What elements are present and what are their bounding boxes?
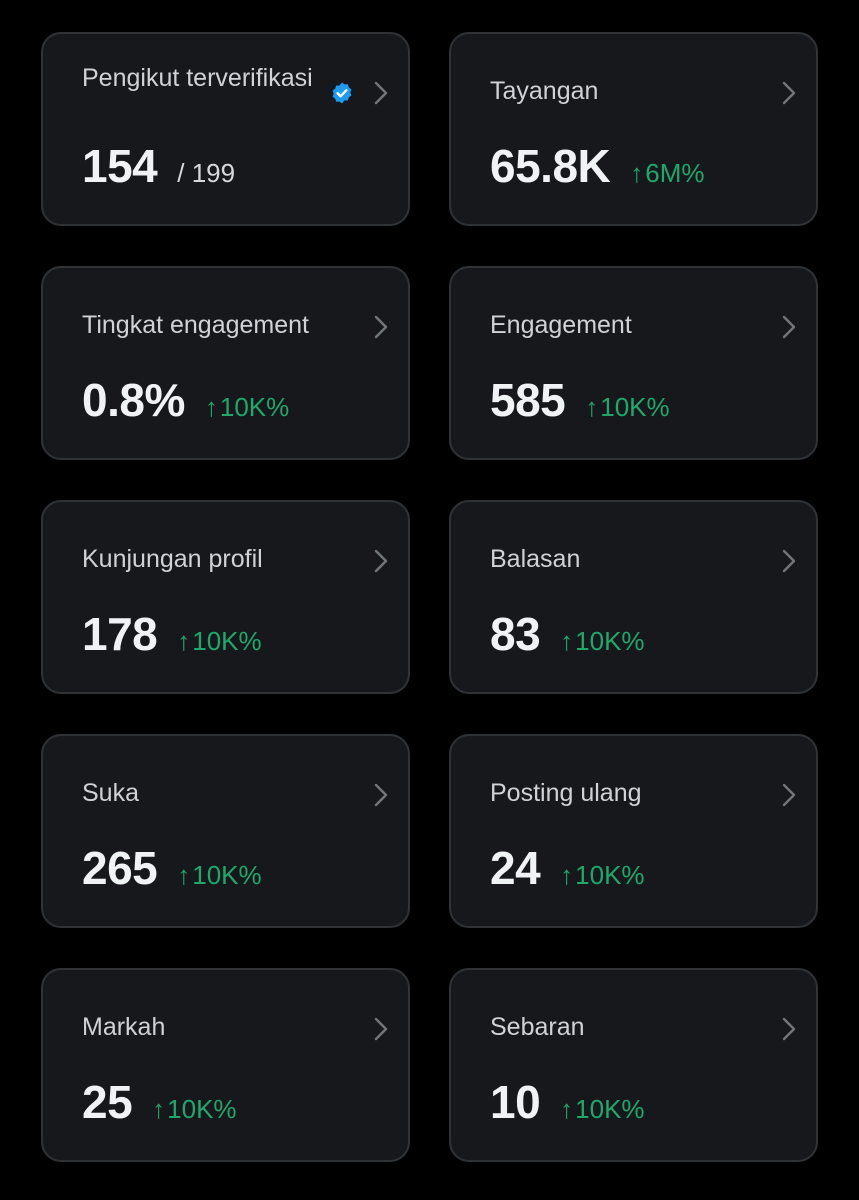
chevron-right-icon [374,549,388,573]
arrow-up-icon: ↑ [560,1094,574,1124]
metric-change: ↑ 10K% [177,860,261,891]
card-label: Tingkat engagement [82,311,310,339]
card-profile-visits[interactable]: Kunjungan profil 178 ↑ 10K% [41,500,410,694]
metric-row: 265 ↑ 10K% [82,840,262,896]
arrow-up-icon: ↑ [177,626,191,656]
metric-value: 83 [490,608,541,660]
change-text: 10K% [575,626,645,656]
metric-change: ↑ 10K% [560,1094,644,1125]
metric-value: 154 [82,140,158,192]
arrow-up-icon: ↑ [204,392,218,422]
metric-value: 265 [82,842,158,894]
chevron-right-icon [782,315,796,339]
chevron-right-icon [374,1017,388,1041]
metric-total: / 199 [177,158,236,188]
card-bookmarks[interactable]: Markah 25 ↑ 10K% [41,968,410,1162]
card-label: Engagement [490,311,632,339]
chevron-right-icon [374,81,388,105]
chevron-right-icon [374,783,388,807]
metric-row: 154 / 199 [82,138,235,194]
card-reposts[interactable]: Posting ulang 24 ↑ 10K% [449,734,818,928]
card-label: Sebaran [490,1013,585,1041]
metric-value: 24 [490,842,541,894]
chevron-right-icon [782,549,796,573]
metric-row: 24 ↑ 10K% [490,840,645,896]
card-label: Pengikut terverifikasi [82,64,313,92]
arrow-up-icon: ↑ [152,1094,166,1124]
card-label: Posting ulang [490,779,642,807]
metric-value: 65.8K [490,140,611,192]
card-replies[interactable]: Balasan 83 ↑ 10K% [449,500,818,694]
metric-change: ↑ 10K% [560,626,644,657]
metric-change: ↑ 10K% [560,860,644,891]
metric-change: ↑ 10K% [205,392,289,423]
arrow-up-icon: ↑ [560,626,574,656]
arrow-up-icon: ↑ [560,860,574,890]
metric-row: 0.8% ↑ 10K% [82,372,289,428]
arrow-up-icon: ↑ [177,860,191,890]
change-text: 10K% [192,626,262,656]
metric-row: 178 ↑ 10K% [82,606,262,662]
metric-change: ↑ 6M% [630,158,704,189]
card-label: Kunjungan profil [82,545,263,573]
metric-value: 10 [490,1076,541,1128]
metric-row: 25 ↑ 10K% [82,1074,237,1130]
metric-value: 0.8% [82,374,185,426]
metric-change: ↑ 10K% [152,1094,236,1125]
metric-value: 25 [82,1076,133,1128]
chevron-right-icon [782,1017,796,1041]
change-text: 10K% [575,860,645,890]
change-text: 10K% [219,392,290,422]
change-text: 6M% [645,158,705,188]
card-label: Markah [82,1013,166,1041]
metric-change: ↑ 10K% [585,392,669,423]
metric-value: 585 [490,374,566,426]
metric-row: 10 ↑ 10K% [490,1074,645,1130]
verified-badge-icon [332,82,352,104]
arrow-up-icon: ↑ [585,392,599,422]
metric-row: 83 ↑ 10K% [490,606,645,662]
chevron-right-icon [782,783,796,807]
card-label: Suka [82,779,139,807]
card-verified-followers[interactable]: Pengikut terverifikasi 154 / 199 [41,32,410,226]
chevron-right-icon [374,315,388,339]
metric-row: 585 ↑ 10K% [490,372,670,428]
metric-row: 65.8K ↑ 6M% [490,138,705,194]
metric-change: ↑ 10K% [177,626,261,657]
chevron-right-icon [782,81,796,105]
card-engagement-rate[interactable]: Tingkat engagement 0.8% ↑ 10K% [41,266,410,460]
card-likes[interactable]: Suka 265 ↑ 10K% [41,734,410,928]
card-label: Balasan [490,545,581,573]
metrics-grid: Pengikut terverifikasi 154 / 199 Tayanga… [41,32,818,1162]
card-impressions[interactable]: Tayangan 65.8K ↑ 6M% [449,32,818,226]
card-label: Tayangan [490,77,599,105]
change-text: 10K% [167,1094,237,1124]
change-text: 10K% [600,392,670,422]
change-text: 10K% [192,860,262,890]
arrow-up-icon: ↑ [630,158,644,188]
card-shares[interactable]: Sebaran 10 ↑ 10K% [449,968,818,1162]
card-engagement[interactable]: Engagement 585 ↑ 10K% [449,266,818,460]
metric-value: 178 [82,608,158,660]
change-text: 10K% [575,1094,645,1124]
